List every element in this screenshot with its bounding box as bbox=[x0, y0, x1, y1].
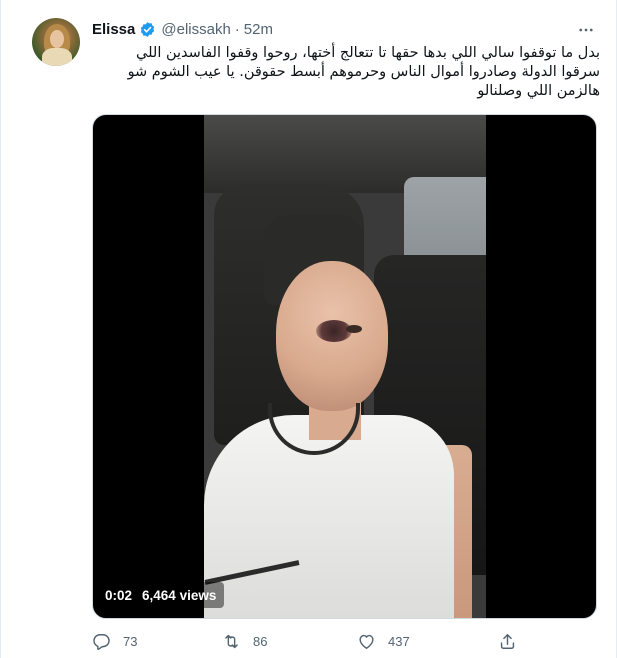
like-count: 437 bbox=[388, 633, 410, 649]
video-stats-badge: 0:02 6,464 views bbox=[97, 582, 225, 608]
video-view-count: 6,464 views bbox=[142, 587, 217, 603]
tweet-header: Elissa @elissakh · 52m bbox=[92, 19, 273, 39]
share-button[interactable] bbox=[498, 630, 517, 652]
tweet-card[interactable]: Elissa @elissakh · 52m بدل ما توقفوا سال… bbox=[0, 0, 617, 658]
tweet-text-line: هالزمن اللي وصلنالو bbox=[477, 83, 600, 99]
like-button[interactable]: 437 bbox=[357, 630, 410, 652]
share-icon bbox=[500, 633, 515, 649]
tweet-actions: 73 86 437 bbox=[92, 630, 522, 652]
video-elapsed-time: 0:02 bbox=[105, 587, 133, 603]
retweet-button[interactable]: 86 bbox=[222, 630, 267, 652]
heart-icon bbox=[359, 634, 374, 649]
more-options-button[interactable] bbox=[576, 20, 596, 40]
author-name[interactable]: Elissa bbox=[92, 21, 135, 38]
tweet-text-line: بدل ما توقفوا سالي اللي بدها حقها تا تتع… bbox=[136, 45, 600, 61]
avatar-face bbox=[50, 30, 64, 48]
video-player[interactable]: 0:02 6,464 views bbox=[92, 114, 597, 619]
reply-count: 73 bbox=[123, 633, 138, 649]
more-horizontal-icon bbox=[579, 28, 593, 32]
tweet-text: بدل ما توقفوا سالي اللي بدها حقها تا تتع… bbox=[92, 44, 600, 101]
retweet-count: 86 bbox=[253, 633, 268, 649]
header-separator: · bbox=[234, 20, 240, 38]
avatar[interactable] bbox=[32, 18, 80, 66]
tweet-timestamp[interactable]: 52m bbox=[244, 21, 273, 38]
verified-badge-icon bbox=[141, 21, 155, 37]
video-frame[interactable] bbox=[204, 115, 486, 618]
reply-icon bbox=[93, 633, 110, 650]
reply-button[interactable]: 73 bbox=[92, 630, 137, 652]
author-handle[interactable]: @elissakh bbox=[161, 21, 230, 38]
card-border-left bbox=[0, 0, 1, 658]
retweet-icon bbox=[225, 634, 238, 648]
tweet-text-line: سرقوا الدولة وصادروا أموال الناس وحرموهم… bbox=[127, 64, 600, 80]
person-eye bbox=[346, 325, 362, 333]
avatar-dress bbox=[42, 48, 72, 66]
